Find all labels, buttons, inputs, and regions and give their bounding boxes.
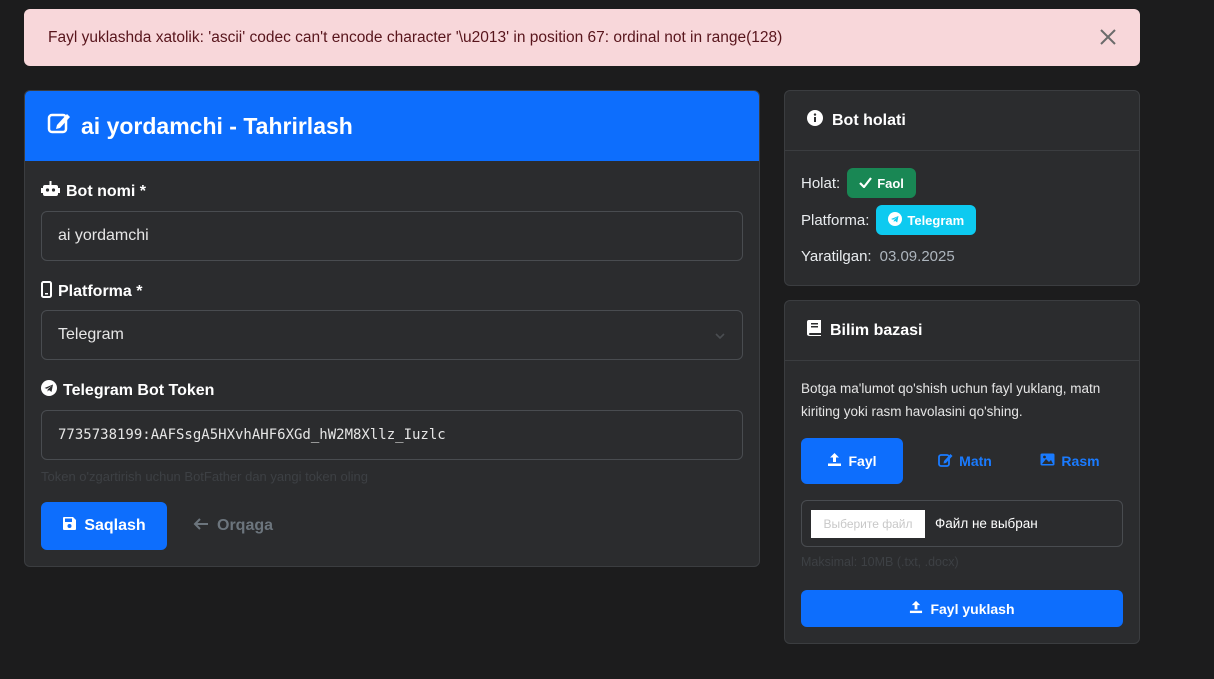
upload-icon (909, 600, 930, 617)
bot-status-card: Bot holati Holat: Faol Platforma: Telegr… (784, 90, 1140, 286)
platform-badge: Telegram (876, 205, 977, 235)
back-button[interactable]: Orqaga (193, 502, 273, 550)
telegram-icon (41, 380, 63, 401)
mobile-icon (41, 281, 58, 303)
token-help-text: Token o'zgartirish uchun BotFather dan y… (41, 469, 368, 484)
alert-message: Fayl yuklashda xatolik: 'ascii' codec ca… (48, 28, 783, 46)
chevron-down-icon (714, 329, 726, 347)
created-row: Yaratilgan: 03.09.2025 (801, 248, 955, 265)
knowledge-description: Botga ma'lumot qo'shish uchun fayl yukla… (801, 381, 1101, 419)
robot-icon (41, 181, 66, 202)
book-icon (807, 320, 830, 341)
edit-icon (938, 452, 959, 470)
telegram-icon (888, 211, 907, 229)
bot-name-label: Bot nomi * (41, 181, 146, 202)
save-button[interactable]: Saqlash (41, 502, 167, 550)
file-status: Файл не выбран (935, 516, 1038, 531)
status-badge: Faol (847, 168, 916, 198)
status-card-header: Bot holati (785, 91, 1139, 151)
created-date: 03.09.2025 (879, 248, 955, 265)
edit-bot-card: ai yordamchi - Tahrirlash Bot nomi * ai … (24, 90, 760, 567)
choose-file-button[interactable]: Выберите файл (811, 509, 925, 538)
platform-row: Platforma: Telegram (801, 205, 977, 235)
edit-icon (47, 111, 81, 141)
status-row: Holat: Faol (801, 168, 916, 198)
tab-image[interactable]: Rasm (1019, 438, 1121, 484)
check-icon (859, 176, 877, 191)
file-input[interactable]: Выберите файл Файл не выбран (801, 500, 1123, 547)
edit-card-header: ai yordamchi - Tahrirlash (25, 91, 759, 161)
info-icon (807, 110, 832, 131)
platform-select[interactable]: Telegram (41, 310, 743, 360)
save-icon (62, 516, 84, 536)
tab-text[interactable]: Matn (911, 438, 1019, 484)
upload-icon (827, 452, 848, 470)
image-icon (1040, 453, 1061, 469)
upload-file-button[interactable]: Fayl yuklash (801, 590, 1123, 627)
knowledge-card-header: Bilim bazasi (785, 301, 1139, 361)
tab-file[interactable]: Fayl (801, 438, 903, 484)
close-icon[interactable] (1098, 27, 1118, 47)
page-title: ai yordamchi - Tahrirlash (81, 112, 353, 139)
bot-name-input[interactable]: ai yordamchi (41, 211, 743, 261)
platform-label: Platforma * (41, 281, 142, 303)
knowledge-base-card: Bilim bazasi Botga ma'lumot qo'shish uch… (784, 300, 1140, 644)
token-input[interactable]: 7735738199:AAFSsgA5HXvhAHF6XGd_hW2M8Xllz… (41, 410, 743, 460)
file-help-text: Maksimal: 10MB (.txt, .docx) (801, 555, 959, 569)
arrow-left-icon (193, 517, 217, 536)
token-label: Telegram Bot Token (41, 380, 214, 401)
error-alert: Fayl yuklashda xatolik: 'ascii' codec ca… (24, 9, 1140, 66)
